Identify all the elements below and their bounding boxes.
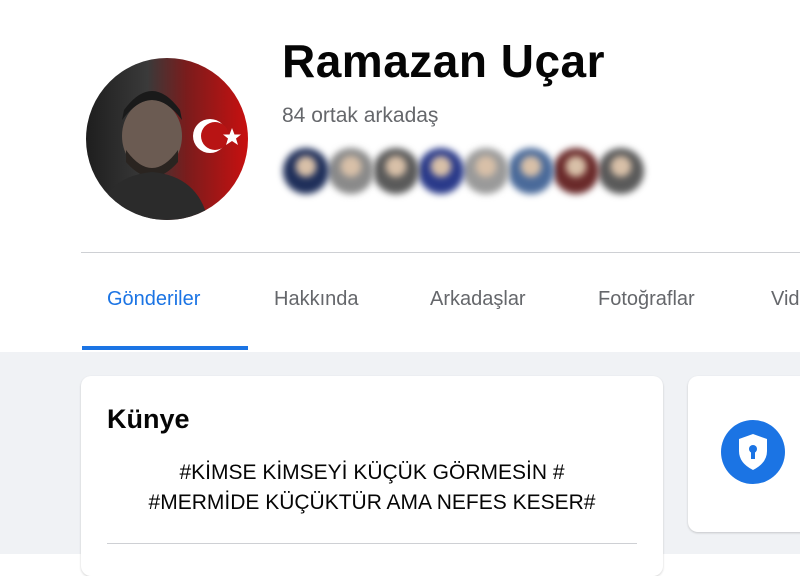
mutual-friend-avatar[interactable] — [463, 148, 509, 194]
intro-title: Künye — [107, 404, 190, 434]
profile-header: Ramazan Uçar 84 ortak arkadaş Gönderiler… — [0, 0, 800, 352]
avatar-photo — [96, 91, 241, 220]
bio-line: #KİMSE KİMSEYİ KÜÇÜK GÖRMESİN # — [179, 461, 565, 484]
mutual-friend-avatar[interactable] — [373, 148, 419, 194]
intro-bio: #KİMSE KİMSEYİ KÜÇÜK GÖRMESİN # #MERMİDE… — [81, 458, 663, 518]
mutual-friend-avatar[interactable] — [328, 148, 374, 194]
tab-posts[interactable]: Gönderiler — [107, 288, 200, 311]
mutual-friends-avatars[interactable] — [279, 148, 659, 200]
intro-card: Künye #KİMSE KİMSEYİ KÜÇÜK GÖRMESİN # #M… — [81, 376, 663, 576]
profile-avatar[interactable] — [86, 58, 248, 220]
mutual-friend-avatar[interactable] — [553, 148, 599, 194]
profile-tabs: Gönderiler Hakkında Arkadaşlar Fotoğrafl… — [81, 270, 800, 350]
mutual-friend-avatar[interactable] — [283, 148, 329, 194]
shield-lock-icon — [721, 420, 785, 484]
profile-name: Ramazan Uçar — [282, 35, 606, 87]
mutual-friends-link[interactable]: 84 ortak arkadaş — [282, 104, 438, 128]
intro-divider — [107, 543, 637, 544]
mutual-friend-avatar[interactable] — [508, 148, 554, 194]
active-tab-indicator — [82, 346, 248, 350]
bio-line: #MERMİDE KÜÇÜKTÜR AMA NEFES KESER# — [148, 491, 596, 514]
privacy-card — [688, 376, 800, 532]
header-divider — [81, 252, 800, 253]
tab-photos[interactable]: Fotoğraflar — [598, 288, 695, 311]
tab-about[interactable]: Hakkında — [274, 288, 359, 311]
tab-videos[interactable]: Vid — [771, 288, 800, 311]
tab-friends[interactable]: Arkadaşlar — [430, 288, 526, 311]
mutual-friend-avatar[interactable] — [418, 148, 464, 194]
mutual-friend-avatar[interactable] — [598, 148, 644, 194]
